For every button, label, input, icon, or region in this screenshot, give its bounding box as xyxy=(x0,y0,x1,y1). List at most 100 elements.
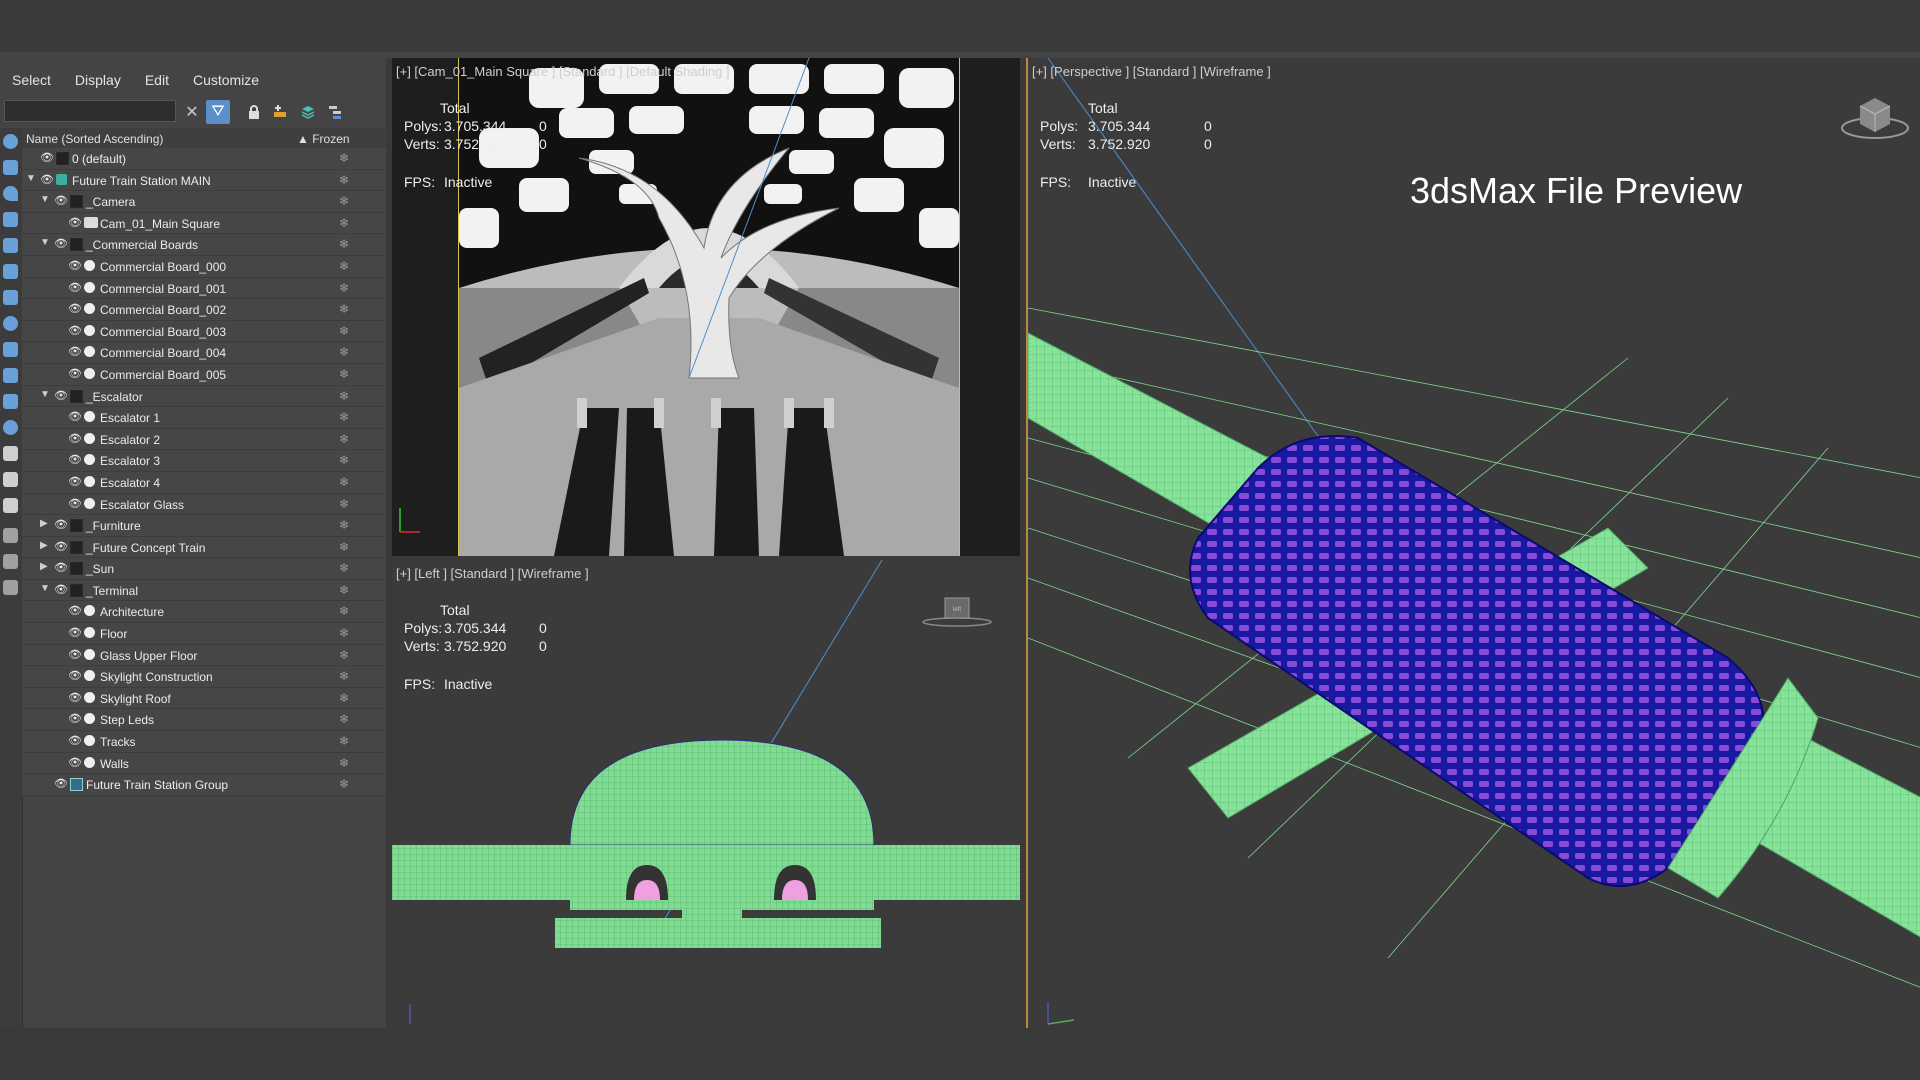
freeze-toggle-icon[interactable]: ❄ xyxy=(339,604,349,618)
explorer-row[interactable]: 👁 Commercial Board_000 ❄ xyxy=(22,255,386,278)
visibility-eye-icon[interactable]: 👁 xyxy=(68,712,82,725)
display-objects-icon[interactable] xyxy=(3,134,18,149)
explorer-row[interactable]: ▼ 👁 _Terminal ❄ xyxy=(22,579,386,602)
visibility-eye-icon[interactable]: 👁 xyxy=(68,410,82,423)
filter-toggle-icon[interactable]: ⛛ xyxy=(206,100,230,124)
visibility-eye-icon[interactable]: 👁 xyxy=(68,604,82,617)
freeze-toggle-icon[interactable]: ❄ xyxy=(339,173,349,187)
visibility-eye-icon[interactable]: 👁 xyxy=(54,540,68,553)
explorer-row[interactable]: 👁 Floor ❄ xyxy=(22,623,386,645)
explorer-row[interactable]: 👁 Escalator 1 ❄ xyxy=(22,407,386,429)
display-shapes-icon[interactable] xyxy=(3,186,18,201)
display-helpers-icon[interactable] xyxy=(3,264,18,279)
visibility-eye-icon[interactable]: 👁 xyxy=(68,345,82,358)
collapse-arrow-icon[interactable]: ▶ xyxy=(40,540,48,551)
freeze-toggle-icon[interactable]: ❄ xyxy=(339,259,349,273)
column-name-header[interactable]: Name (Sorted Ascending) xyxy=(26,132,163,146)
explorer-row[interactable]: 👁 Skylight Construction ❄ xyxy=(22,666,386,688)
column-frozen-header[interactable]: ▲ Frozen xyxy=(297,132,350,146)
explorer-row[interactable]: 👁 Step Leds ❄ xyxy=(22,709,386,732)
freeze-toggle-icon[interactable]: ❄ xyxy=(339,475,349,489)
visibility-eye-icon[interactable]: 👁 xyxy=(40,173,54,186)
explorer-row[interactable]: 👁 Skylight Roof ❄ xyxy=(22,687,386,710)
freeze-toggle-icon[interactable]: ❄ xyxy=(339,281,349,295)
freeze-toggle-icon[interactable]: ❄ xyxy=(339,497,349,511)
explorer-row[interactable]: ▼ 👁 _Escalator ❄ xyxy=(22,385,386,408)
explorer-row[interactable]: 👁 Commercial Board_005 ❄ xyxy=(22,363,386,386)
visibility-eye-icon[interactable]: 👁 xyxy=(68,734,82,747)
left-viewcube[interactable]: left xyxy=(922,596,992,633)
explorer-row[interactable]: 👁 Escalator Glass ❄ xyxy=(22,493,386,516)
explorer-row[interactable]: 👁 Escalator 3 ❄ xyxy=(22,450,386,472)
perspective-viewcube[interactable] xyxy=(1840,88,1910,149)
freeze-toggle-icon[interactable]: ❄ xyxy=(339,540,349,554)
freeze-toggle-icon[interactable]: ❄ xyxy=(339,432,349,446)
filter-icon[interactable] xyxy=(3,528,18,543)
explorer-row[interactable]: 👁 Glass Upper Floor ❄ xyxy=(22,644,386,667)
explorer-row[interactable]: 👁 Architecture ❄ xyxy=(22,601,386,624)
search-input[interactable] xyxy=(4,100,176,122)
visibility-eye-icon[interactable]: 👁 xyxy=(68,324,82,337)
left-viewport[interactable]: [+] [Left ] [Standard ] [Wireframe ] Tot… xyxy=(392,560,1020,1028)
freeze-toggle-icon[interactable]: ❄ xyxy=(339,669,349,683)
visibility-eye-icon[interactable]: 👁 xyxy=(54,194,68,207)
expand-arrow-icon[interactable]: ▼ xyxy=(40,237,50,248)
display-geometry-icon[interactable] xyxy=(3,160,18,175)
freeze-toggle-icon[interactable]: ❄ xyxy=(339,712,349,726)
visibility-eye-icon[interactable]: 👁 xyxy=(54,777,68,790)
visibility-eye-icon[interactable]: 👁 xyxy=(68,367,82,380)
display-cameras-icon[interactable] xyxy=(3,238,18,253)
display-none-icon[interactable] xyxy=(3,498,18,513)
freeze-toggle-icon[interactable]: ❄ xyxy=(339,194,349,208)
visibility-eye-icon[interactable]: 👁 xyxy=(68,691,82,704)
visibility-eye-icon[interactable]: 👁 xyxy=(68,626,82,639)
explorer-row[interactable]: ▼ 👁 _Commercial Boards ❄ xyxy=(22,234,386,256)
camera-viewport-label[interactable]: [+] [Cam_01_Main Square ] [Standard ] [D… xyxy=(396,64,730,79)
display-all-icon[interactable] xyxy=(3,472,18,487)
freeze-toggle-icon[interactable]: ❄ xyxy=(339,518,349,532)
visibility-eye-icon[interactable]: 👁 xyxy=(68,302,82,315)
layers-icon[interactable] xyxy=(296,100,320,124)
menu-display[interactable]: Display xyxy=(63,66,133,94)
visibility-eye-icon[interactable]: 👁 xyxy=(68,432,82,445)
explorer-row[interactable]: 👁 Commercial Board_003 ❄ xyxy=(22,320,386,343)
explorer-row[interactable]: ▼ 👁 Future Train Station MAIN ❄ xyxy=(22,169,386,192)
visibility-eye-icon[interactable]: 👁 xyxy=(54,561,68,574)
freeze-toggle-icon[interactable]: ❄ xyxy=(339,691,349,705)
freeze-toggle-icon[interactable]: ❄ xyxy=(339,216,349,230)
perspective-viewport-label[interactable]: [+] [Perspective ] [Standard ] [Wirefram… xyxy=(1032,64,1271,79)
freeze-toggle-icon[interactable]: ❄ xyxy=(339,777,349,791)
freeze-toggle-icon[interactable]: ❄ xyxy=(339,410,349,424)
visibility-eye-icon[interactable]: 👁 xyxy=(68,497,82,510)
collapse-arrow-icon[interactable]: ▶ xyxy=(40,561,48,572)
freeze-toggle-icon[interactable]: ❄ xyxy=(339,626,349,640)
expand-arrow-icon[interactable]: ▼ xyxy=(26,173,36,184)
freeze-toggle-icon[interactable]: ❄ xyxy=(339,367,349,381)
explorer-row[interactable]: 👁 Escalator 4 ❄ xyxy=(22,471,386,494)
explorer-row[interactable]: ▶ 👁 _Sun ❄ xyxy=(22,558,386,580)
display-bones-icon[interactable] xyxy=(3,368,18,383)
explorer-row[interactable]: 👁 Tracks ❄ xyxy=(22,731,386,753)
display-frozen-icon[interactable] xyxy=(3,446,18,461)
explorer-row[interactable]: 👁 0 (default) ❄ xyxy=(22,148,386,170)
menu-select[interactable]: Select xyxy=(0,66,63,94)
expand-arrow-icon[interactable]: ▼ xyxy=(40,583,50,594)
freeze-toggle-icon[interactable]: ❄ xyxy=(339,734,349,748)
visibility-eye-icon[interactable]: 👁 xyxy=(68,756,82,769)
freeze-toggle-icon[interactable]: ❄ xyxy=(339,561,349,575)
visibility-eye-icon[interactable]: 👁 xyxy=(54,583,68,596)
camera-viewport[interactable]: [+] [Cam_01_Main Square ] [Standard ] [D… xyxy=(392,58,1020,556)
display-hidden-icon[interactable] xyxy=(3,420,18,435)
visibility-eye-icon[interactable]: 👁 xyxy=(40,151,54,164)
freeze-toggle-icon[interactable]: ❄ xyxy=(339,345,349,359)
display-xrefs-icon[interactable] xyxy=(3,342,18,357)
explorer-row[interactable]: ▶ 👁 _Furniture ❄ xyxy=(22,515,386,537)
left-viewport-label[interactable]: [+] [Left ] [Standard ] [Wireframe ] xyxy=(396,566,589,581)
clear-search-icon[interactable]: ✕ xyxy=(180,100,204,124)
freeze-toggle-icon[interactable]: ❄ xyxy=(339,302,349,316)
display-spacewarps-icon[interactable] xyxy=(3,290,18,305)
freeze-toggle-icon[interactable]: ❄ xyxy=(339,648,349,662)
menu-customize[interactable]: Customize xyxy=(181,66,271,94)
menu-edit[interactable]: Edit xyxy=(133,66,181,94)
explorer-row[interactable]: 👁 Cam_01_Main Square ❄ xyxy=(22,212,386,235)
